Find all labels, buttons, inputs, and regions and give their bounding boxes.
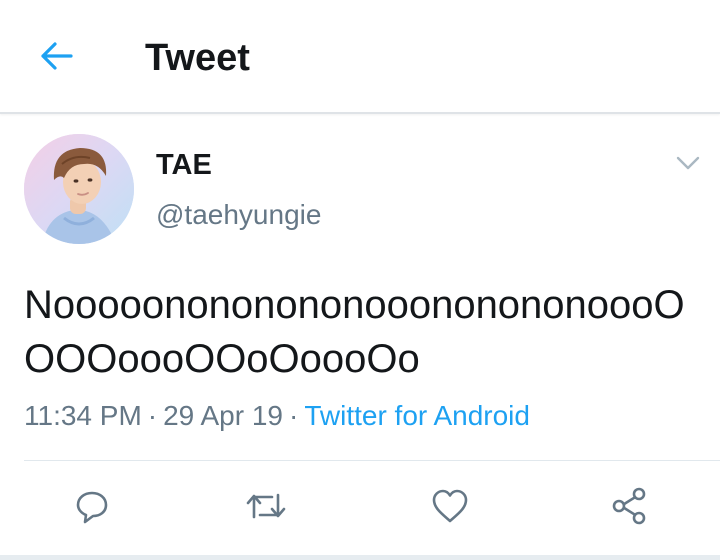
author-name[interactable]: TAE bbox=[156, 148, 212, 182]
share-button[interactable] bbox=[607, 486, 651, 530]
tweet-date: 29 Apr 19 bbox=[163, 400, 283, 431]
meta-separator: · bbox=[288, 400, 299, 431]
reply-icon bbox=[73, 487, 111, 530]
chevron-down-icon bbox=[676, 156, 700, 175]
more-options-button[interactable] bbox=[672, 150, 704, 180]
tweet-meta: 11:34 PM · 29 Apr 19 · Twitter for Android bbox=[24, 396, 530, 436]
meta-separator: · bbox=[147, 400, 158, 431]
arrow-left-icon bbox=[39, 41, 73, 76]
heart-icon bbox=[430, 487, 470, 530]
back-button[interactable] bbox=[36, 38, 76, 78]
reply-button[interactable] bbox=[70, 486, 114, 530]
page-title: Tweet bbox=[145, 37, 250, 79]
like-button[interactable] bbox=[428, 486, 472, 530]
author-handle[interactable]: @taehyungie bbox=[156, 198, 321, 232]
retweet-button[interactable] bbox=[244, 486, 288, 530]
tweet-time: 11:34 PM bbox=[24, 400, 142, 431]
avatar[interactable] bbox=[24, 134, 134, 244]
share-icon bbox=[609, 486, 649, 531]
action-bar bbox=[0, 478, 720, 538]
profile-photo bbox=[24, 134, 134, 244]
retweet-icon bbox=[244, 487, 288, 530]
bottom-border bbox=[0, 555, 720, 560]
divider bbox=[24, 460, 720, 461]
tweet-detail-page: Tweet TAE @taehyungie Nooooonononononooo… bbox=[0, 0, 720, 560]
app-header: Tweet bbox=[0, 0, 720, 114]
tweet-text: NooooonononononooononononoooOOOOoooOOoOo… bbox=[24, 283, 685, 381]
tweet-client-link[interactable]: Twitter for Android bbox=[304, 400, 530, 431]
